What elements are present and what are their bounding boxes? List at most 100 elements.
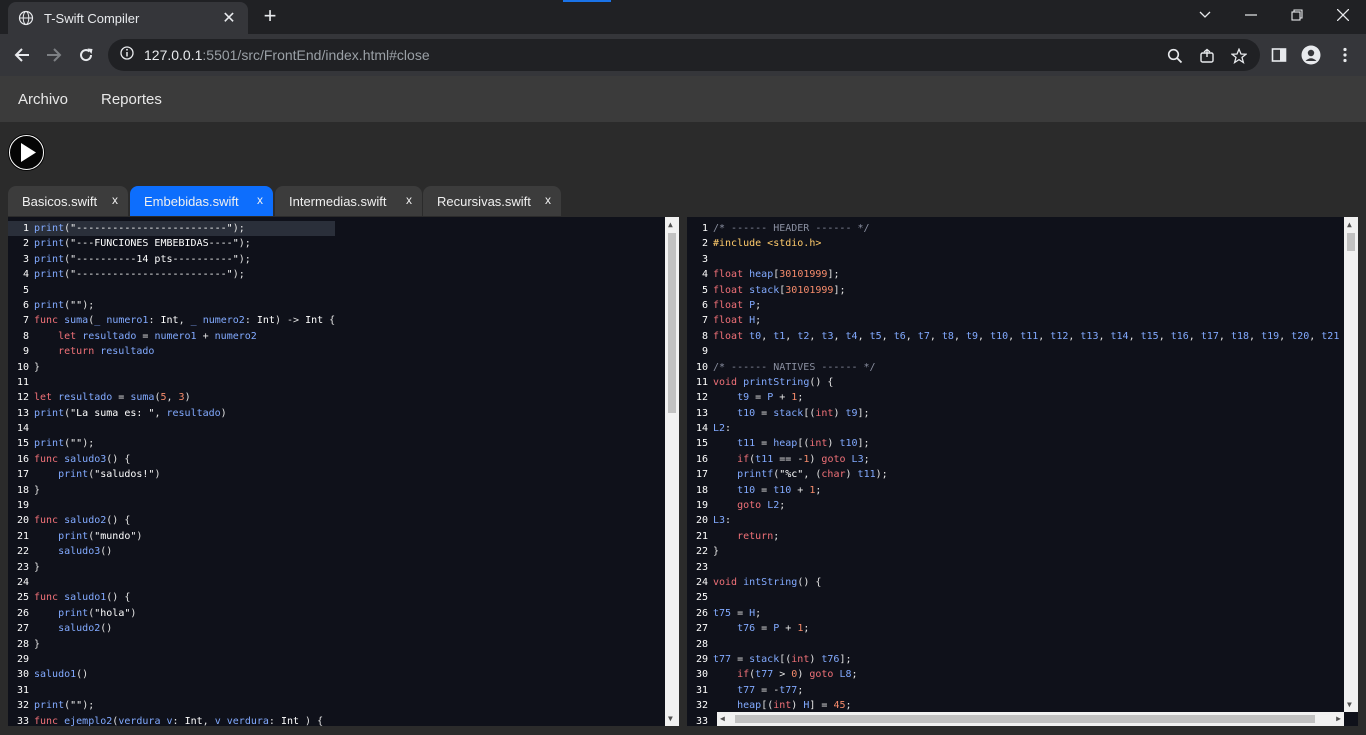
side-panel-icon[interactable] bbox=[1268, 44, 1290, 66]
line-number: 24 bbox=[16, 576, 29, 588]
code-text: } bbox=[34, 484, 41, 496]
line-number: 31 bbox=[695, 684, 708, 696]
browser-tab[interactable]: T-Swift Compiler ✕ bbox=[8, 2, 248, 34]
tab-search-icon[interactable] bbox=[1182, 0, 1228, 30]
source-editor-lines: 1 print("-------------------------"); 2 pri… bbox=[8, 221, 336, 727]
code-line: 5 bbox=[8, 283, 335, 298]
tab-embebidas[interactable]: Embebidas.swift x bbox=[130, 186, 273, 216]
line-number: 30 bbox=[16, 669, 29, 681]
code-text: float t0, t1, t2, t3, t4, t5, t6, t7, t8… bbox=[713, 330, 1340, 342]
line-number: 5 bbox=[22, 284, 29, 296]
code-text: func ejemplo2(verdura v: Int, v verdura:… bbox=[34, 715, 324, 727]
scroll-up-arrow-icon[interactable]: ▲ bbox=[668, 220, 673, 229]
code-line: 3 bbox=[687, 252, 1339, 267]
menu-reportes[interactable]: Reportes bbox=[101, 91, 162, 108]
app-menubar: Archivo Reportes bbox=[0, 76, 1366, 122]
globe-icon bbox=[18, 10, 34, 26]
code-text: float H; bbox=[713, 315, 762, 327]
tab-close-button[interactable]: x bbox=[257, 193, 263, 207]
tab-close-button[interactable]: x bbox=[406, 193, 412, 207]
line-number: 21 bbox=[16, 530, 29, 542]
scroll-down-arrow-icon[interactable]: ▼ bbox=[668, 714, 673, 723]
code-line: 11 bbox=[8, 375, 335, 390]
scroll-up-arrow-icon[interactable]: ▲ bbox=[1347, 220, 1352, 229]
code-text: } bbox=[34, 561, 41, 573]
browser-tab-close-button[interactable]: ✕ bbox=[220, 8, 238, 28]
code-text: print("saludos!") bbox=[58, 469, 161, 481]
output-horizontal-scrollbar[interactable]: ◀ ▶ bbox=[717, 712, 1344, 726]
site-info-icon[interactable] bbox=[120, 45, 134, 65]
line-number: 14 bbox=[695, 423, 708, 435]
scroll-left-arrow-icon[interactable]: ◀ bbox=[720, 714, 725, 723]
code-text: func saludo3() { bbox=[34, 453, 131, 465]
code-line: 30 saludo1() bbox=[8, 667, 335, 682]
code-line: 16 func saludo3() { bbox=[8, 452, 335, 467]
line-number: 27 bbox=[695, 623, 708, 635]
profile-avatar-icon[interactable] bbox=[1300, 44, 1322, 66]
menu-archivo[interactable]: Archivo bbox=[18, 91, 68, 108]
line-number: 18 bbox=[16, 484, 29, 496]
code-text: t77 = -t77; bbox=[737, 684, 804, 696]
code-text: void intString() { bbox=[713, 576, 822, 588]
code-text: print("----------14 pts----------"); bbox=[34, 253, 251, 265]
line-number: 20 bbox=[695, 515, 708, 527]
share-icon[interactable] bbox=[1198, 47, 1216, 65]
kebab-menu-icon[interactable] bbox=[1334, 44, 1356, 66]
run-button[interactable] bbox=[8, 134, 45, 171]
output-scroll-thumb[interactable] bbox=[1347, 233, 1355, 251]
tab-basicos[interactable]: Basicos.swift x bbox=[8, 186, 128, 216]
reload-icon[interactable] bbox=[73, 42, 99, 68]
code-text: t76 = P + 1; bbox=[737, 623, 810, 635]
code-text: } bbox=[34, 638, 41, 650]
restore-icon[interactable] bbox=[1274, 0, 1320, 30]
source-editor[interactable]: 1 print("-------------------------"); 2 pri… bbox=[8, 217, 679, 726]
minimize-icon[interactable] bbox=[1228, 0, 1274, 30]
tab-intermedias[interactable]: Intermedias.swift x bbox=[275, 186, 422, 216]
tab-close-button[interactable]: x bbox=[545, 193, 551, 207]
tab-close-button[interactable]: x bbox=[112, 193, 118, 207]
code-line: 27 t76 = P + 1; bbox=[687, 621, 1339, 636]
new-tab-button[interactable]: + bbox=[258, 5, 282, 29]
address-bar[interactable]: 127.0.0.1:5501/src/FrontEnd/index.html#c… bbox=[108, 39, 1260, 71]
code-line: 20 L3: bbox=[687, 513, 1339, 528]
bookmark-star-icon[interactable] bbox=[1230, 47, 1248, 65]
code-text: print("-------------------------"); bbox=[34, 269, 245, 281]
zoom-icon[interactable] bbox=[1166, 47, 1184, 65]
code-line: 7 float H; bbox=[687, 313, 1339, 328]
code-line: 22 saludo3() bbox=[8, 544, 335, 559]
output-editor[interactable]: 1 /* ------ HEADER ------ */ 2 #include <st… bbox=[687, 217, 1358, 726]
line-number: 17 bbox=[695, 469, 708, 481]
output-hscroll-thumb[interactable] bbox=[735, 715, 1315, 723]
output-vertical-scrollbar[interactable]: ▲ ▼ bbox=[1344, 217, 1358, 712]
line-number: 2 bbox=[22, 238, 29, 250]
tab-recursivas[interactable]: Recursivas.swift x bbox=[423, 186, 561, 216]
code-line: 24 void intString() { bbox=[687, 575, 1339, 590]
code-line: 30 if(t77 > 0) goto L8; bbox=[687, 667, 1339, 682]
scroll-down-arrow-icon[interactable]: ▼ bbox=[1347, 700, 1352, 709]
code-text: let resultado = suma(5, 3) bbox=[34, 392, 191, 404]
code-text: L2: bbox=[713, 423, 732, 435]
line-number: 26 bbox=[695, 607, 708, 619]
line-number: 8 bbox=[701, 330, 708, 342]
line-number: 10 bbox=[695, 361, 708, 373]
scroll-right-arrow-icon[interactable]: ▶ bbox=[1336, 714, 1341, 723]
source-vertical-scrollbar[interactable]: ▲ ▼ bbox=[665, 217, 679, 726]
code-line: 17 printf("%c", (char) t11); bbox=[687, 467, 1339, 482]
line-number: 3 bbox=[22, 253, 29, 265]
line-number: 12 bbox=[695, 392, 708, 404]
code-text: func saludo2() { bbox=[34, 515, 131, 527]
line-number: 11 bbox=[16, 376, 29, 388]
back-arrow-icon[interactable] bbox=[9, 42, 35, 68]
tab-label: Basicos.swift bbox=[22, 193, 98, 209]
code-text: let resultado = numero1 + numero2 bbox=[58, 330, 257, 342]
forward-arrow-icon[interactable] bbox=[41, 42, 67, 68]
code-text: print(""); bbox=[34, 438, 95, 450]
line-number: 11 bbox=[695, 376, 708, 388]
close-window-icon[interactable] bbox=[1320, 0, 1366, 30]
code-text: t9 = P + 1; bbox=[737, 392, 804, 404]
line-number: 10 bbox=[16, 361, 29, 373]
code-line: 18} bbox=[8, 483, 335, 498]
code-text: saludo1() bbox=[34, 669, 89, 681]
code-text: print("mundo") bbox=[58, 530, 143, 542]
source-scroll-thumb[interactable] bbox=[668, 233, 676, 413]
